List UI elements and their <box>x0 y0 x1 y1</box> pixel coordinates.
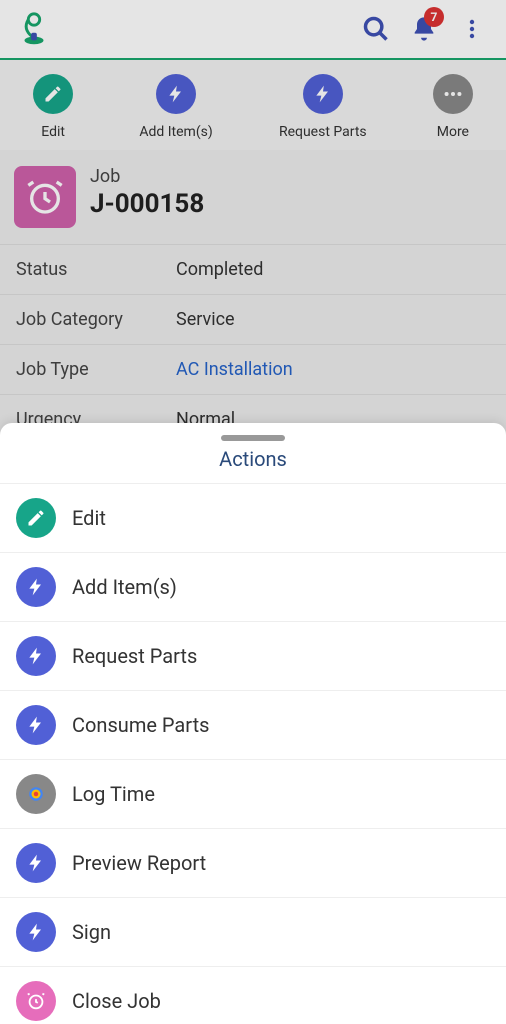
sheet-preview-report[interactable]: Preview Report <box>0 829 506 898</box>
sheet-handle[interactable] <box>221 435 285 441</box>
clock-icon <box>16 774 56 814</box>
bolt-icon <box>16 636 56 676</box>
sheet-close-job[interactable]: Close Job <box>0 967 506 1024</box>
sheet-edit[interactable]: Edit <box>0 484 506 553</box>
sheet-request-parts[interactable]: Request Parts <box>0 622 506 691</box>
sheet-add-items[interactable]: Add Item(s) <box>0 553 506 622</box>
bolt-icon <box>16 912 56 952</box>
bolt-icon <box>16 567 56 607</box>
bolt-icon <box>16 843 56 883</box>
sheet-sign[interactable]: Sign <box>0 898 506 967</box>
sheet-title: Actions <box>0 447 506 484</box>
pencil-icon <box>16 498 56 538</box>
bolt-icon <box>16 705 56 745</box>
actions-sheet: Actions Edit Add Item(s) Request Parts C… <box>0 423 506 1024</box>
alarm-icon <box>16 981 56 1021</box>
sheet-log-time[interactable]: Log Time <box>0 760 506 829</box>
sheet-consume-parts[interactable]: Consume Parts <box>0 691 506 760</box>
